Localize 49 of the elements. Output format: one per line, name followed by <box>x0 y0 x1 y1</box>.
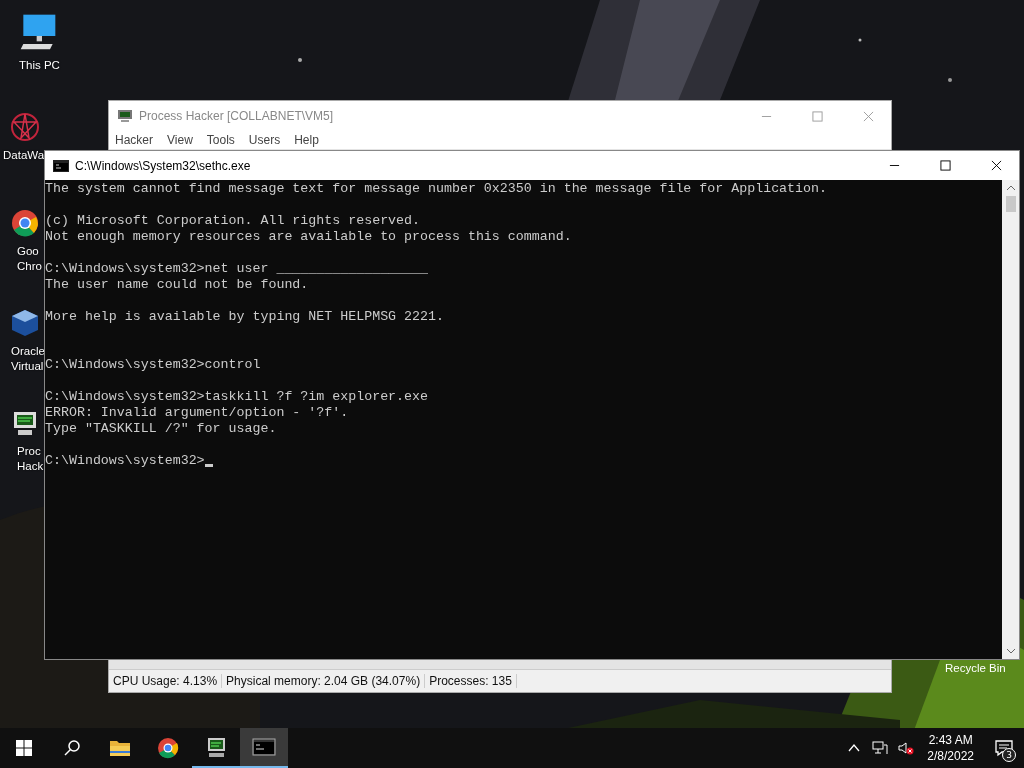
menu-item[interactable]: Help <box>294 133 319 147</box>
notification-count: 3 <box>1002 748 1016 762</box>
icon-label: Oracle <box>11 344 45 359</box>
icon-label: Virtual <box>11 359 44 374</box>
menu-item[interactable]: Users <box>248 133 281 147</box>
icon-label: Goo <box>17 244 39 259</box>
console-line: C:\Windows\system32> <box>45 453 205 469</box>
maximize-icon[interactable] <box>940 160 951 171</box>
computer-icon[interactable] <box>18 12 58 52</box>
menu-item[interactable]: Tools <box>206 133 235 147</box>
status-text: Processes: 135 <box>425 674 517 688</box>
search-icon[interactable] <box>64 740 80 756</box>
close-icon[interactable] <box>991 160 1002 171</box>
menu-item[interactable]: Hacker <box>115 133 153 147</box>
console-line: The system cannot find message text for message number 0x2350 in the message file for Application. <box>45 181 827 197</box>
console-line: C:\Windows\system32>net user ___________________ <box>45 261 428 277</box>
windows-logo-icon[interactable] <box>16 740 32 756</box>
cube-icon[interactable] <box>10 308 40 338</box>
star-pattern-icon[interactable] <box>10 112 40 142</box>
icon-label: Recycle Bin <box>945 662 1006 674</box>
console-line: Not enough memory resources are available to process this command. <box>45 229 572 245</box>
window-title: C:\Windows\System32\sethc.exe <box>75 158 251 173</box>
status-text: CPU Usage: 4.13% <box>109 674 223 688</box>
console-icon <box>53 159 69 172</box>
clock-date[interactable]: 2/8/2022 <box>927 749 974 763</box>
console-icon[interactable] <box>240 728 288 768</box>
window-title: Process Hacker [COLLABNET\VM5] <box>139 109 334 123</box>
notification-icon[interactable] <box>995 739 1013 757</box>
network-icon[interactable] <box>872 741 889 755</box>
icon-label: This PC <box>19 58 60 73</box>
menu-item[interactable]: View <box>167 133 193 147</box>
clock-time[interactable]: 2:43 AM <box>928 733 973 747</box>
console-line: ERROR: Invalid argument/option - '?f'. <box>45 405 349 421</box>
speaker-icon[interactable] <box>898 741 915 755</box>
console-line: More help is available by typing NET HELPMSG 2221. <box>45 309 444 325</box>
icon-label: Proc <box>17 444 41 459</box>
icon-label: DataWa <box>3 148 45 163</box>
console-line: (c) Microsoft Corporation. All rights reserved. <box>45 213 421 229</box>
scrollbar-thumb[interactable] <box>1005 196 1016 212</box>
status-text: Physical memory: 2.04 GB (34.07%) <box>222 674 426 688</box>
console-line: Type "TASKKILL /?" for usage. <box>45 421 277 437</box>
monitor-icon <box>117 109 133 123</box>
console-line: The user name could not be found. <box>45 277 309 293</box>
console-line: C:\Windows\system32>taskkill ?f ?im explorer.exe <box>45 389 428 405</box>
scrollbar[interactable] <box>1002 180 1019 659</box>
chrome-icon[interactable] <box>10 208 40 238</box>
console-line: C:\Windows\system32>control <box>45 357 261 373</box>
icon-label: Hack <box>17 459 44 474</box>
icon-label: Chro <box>17 259 42 274</box>
